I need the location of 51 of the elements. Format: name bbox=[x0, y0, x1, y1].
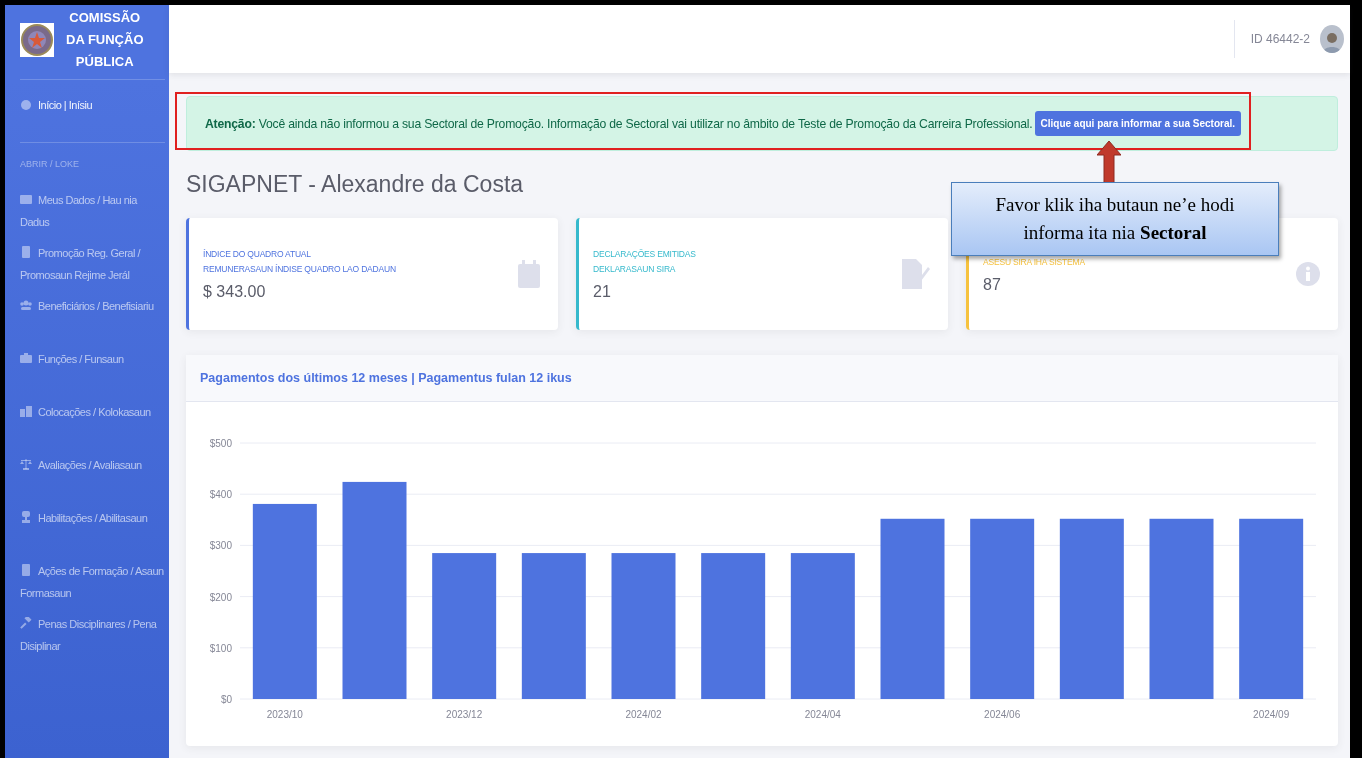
sidebar-item[interactable]: Penas Disciplinares / Pena Disiplinar bbox=[20, 613, 165, 666]
alert-message: Atenção: Você ainda não informou a sua Sectoral de Promoção. Informação de Sectoral vai utilizar no âmbito de Teste de Promoção da Carreira Professional. bbox=[205, 116, 1033, 131]
sidebar-item[interactable]: Colocações / Kolokasaun bbox=[20, 401, 165, 454]
stat-value: 21 bbox=[593, 283, 612, 301]
y-axis-label: $0 bbox=[220, 694, 232, 705]
sidebar-item[interactable]: Meus Dados / Hau nia Dadus bbox=[20, 189, 165, 242]
page-title: SIGAPNET - Alexandre da Costa bbox=[186, 171, 525, 198]
sidebar-item[interactable]: Início | Inísiu bbox=[20, 80, 165, 126]
x-axis-label: 2024/04 bbox=[804, 709, 841, 720]
trophy-icon bbox=[20, 511, 32, 523]
x-axis-label: 2024/09 bbox=[1253, 709, 1290, 720]
book-icon bbox=[20, 564, 32, 576]
sidebar-item[interactable]: Beneficiários / Benefisiariu bbox=[20, 295, 165, 348]
x-axis-label: 2024/06 bbox=[984, 709, 1021, 720]
x-axis-label: 2024/02 bbox=[625, 709, 662, 720]
info-icon bbox=[1296, 262, 1320, 286]
y-axis-label: $400 bbox=[209, 489, 232, 501]
sidebar-item[interactable]: Avaliações / Avaliasaun bbox=[20, 454, 165, 507]
x-axis-label: 2023/12 bbox=[446, 709, 483, 720]
sidebar-item[interactable]: Funções / Funsaun bbox=[20, 348, 165, 401]
id-card-icon bbox=[20, 193, 32, 205]
sidebar-item[interactable]: Habilitações / Abilitasaun bbox=[20, 507, 165, 560]
y-axis-label: $300 bbox=[209, 540, 232, 552]
avatar[interactable] bbox=[1320, 25, 1344, 53]
document-icon bbox=[20, 246, 32, 258]
stat-label: ASESU SIRA IHA SISTEMA bbox=[983, 255, 1085, 269]
y-axis-label: $200 bbox=[209, 591, 232, 603]
buildings-icon bbox=[20, 405, 32, 417]
user-id: ID 46442-2 bbox=[1250, 32, 1310, 46]
inform-sectoral-button[interactable]: Clique aqui para informar a sua Sectoral. bbox=[1034, 111, 1241, 136]
hammer-icon bbox=[20, 617, 32, 629]
callout-note: Favor klik iha butaun ne’e hodi informa ita nia Sectoral bbox=[951, 182, 1279, 256]
up-arrow-icon bbox=[1097, 141, 1121, 185]
sidebar-heading: ABRIR / LOKE bbox=[20, 142, 165, 169]
stat-value: 87 bbox=[983, 275, 1002, 294]
y-axis-label: $500 bbox=[209, 438, 232, 449]
stat-label: DECLARAÇÕES EMITIDAS DEKLARASAUN SIRA bbox=[593, 248, 696, 276]
x-axis-label: 2023/10 bbox=[266, 709, 303, 720]
signed-document-icon bbox=[902, 259, 930, 289]
sidebar-item[interactable]: Ações de Formação / Asaun Formasaun bbox=[20, 560, 165, 613]
y-axis-label: $100 bbox=[209, 642, 232, 654]
chart-title: Pagamentos dos últimos 12 meses | Pagamentus fulan 12 ikus bbox=[186, 355, 1338, 402]
brand-title: COMISSÃO DA FUNÇÃO PÚBLICA bbox=[66, 9, 144, 71]
calendar-icon bbox=[518, 260, 540, 288]
sidebar-item[interactable]: Promoção Reg. Geral / Promosaun Rejime Jerál bbox=[20, 242, 165, 295]
stat-value: $ 343.00 bbox=[203, 283, 267, 301]
stat-label: ÍNDICE DO QUADRO ATUAL REMUNERASAUN ÍNDISE QUADRO LAO DADAUN bbox=[203, 248, 396, 276]
briefcase-icon bbox=[20, 352, 32, 364]
emblem-logo bbox=[20, 23, 54, 57]
scale-icon bbox=[20, 458, 32, 470]
users-icon bbox=[20, 299, 32, 311]
